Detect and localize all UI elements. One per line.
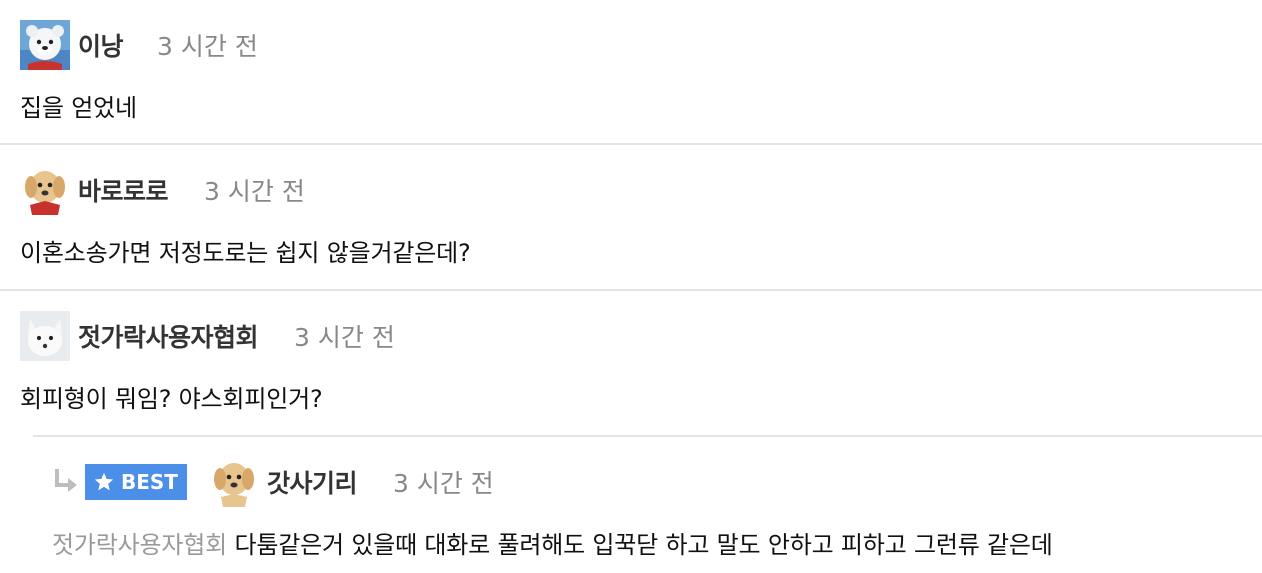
comment-3: 젓가락사용자협회 3 시간 전 회피형이 뭐임? 야스회피인거? <box>0 291 1262 435</box>
timestamp: 3 시간 전 <box>204 177 305 206</box>
best-badge-label: BEST <box>121 470 178 494</box>
best-badge: BEST <box>85 464 187 500</box>
puppy-avatar[interactable] <box>20 165 70 215</box>
comment-text: 이혼소송가면 저정도로는 쉽지 않을거같은데? <box>20 239 471 267</box>
nickname[interactable]: 바로로로 <box>78 172 169 208</box>
nickname[interactable]: 이낭 <box>78 27 124 63</box>
timestamp: 3 시간 전 <box>294 323 395 352</box>
star-icon <box>94 472 114 491</box>
reply-text-line: 젓가락사용자협회 다툼같은거 있을때 대화로 풀려해도 입꾹닫 하고 말도 안하… <box>52 525 1053 560</box>
reply-text: 다툼같은거 있을때 대화로 풀려해도 입꾹닫 하고 말도 안하고 피하고 그런류… <box>234 531 1053 559</box>
puppy-avatar[interactable] <box>208 457 259 507</box>
comment-2: 바로로로 3 시간 전 이혼소송가면 저정도로는 쉽지 않을거같은데? <box>0 145 1262 289</box>
comment-text: 회피형이 뭐임? 야스회피인거? <box>20 385 323 413</box>
mention-tag[interactable]: 젓가락사용자협회 <box>52 531 227 559</box>
timestamp: 3 시간 전 <box>157 32 258 61</box>
nickname[interactable]: 갓사기리 <box>267 464 358 500</box>
polar-bear-avatar[interactable] <box>20 20 70 70</box>
reply-comment: BEST 갓사기리 3 시간 전 젓가락사용자협회 다툼같은거 있을때 대화로 … <box>0 437 1262 573</box>
reply-arrow-icon <box>55 469 77 492</box>
comment-text: 집을 얻었네 <box>20 94 137 122</box>
comment-1: 이낭 3 시간 전 집을 얻었네 <box>0 0 1262 144</box>
nickname[interactable]: 젓가락사용자협회 <box>78 318 259 354</box>
timestamp: 3 시간 전 <box>392 469 494 498</box>
arctic-fox-avatar[interactable] <box>20 311 70 361</box>
